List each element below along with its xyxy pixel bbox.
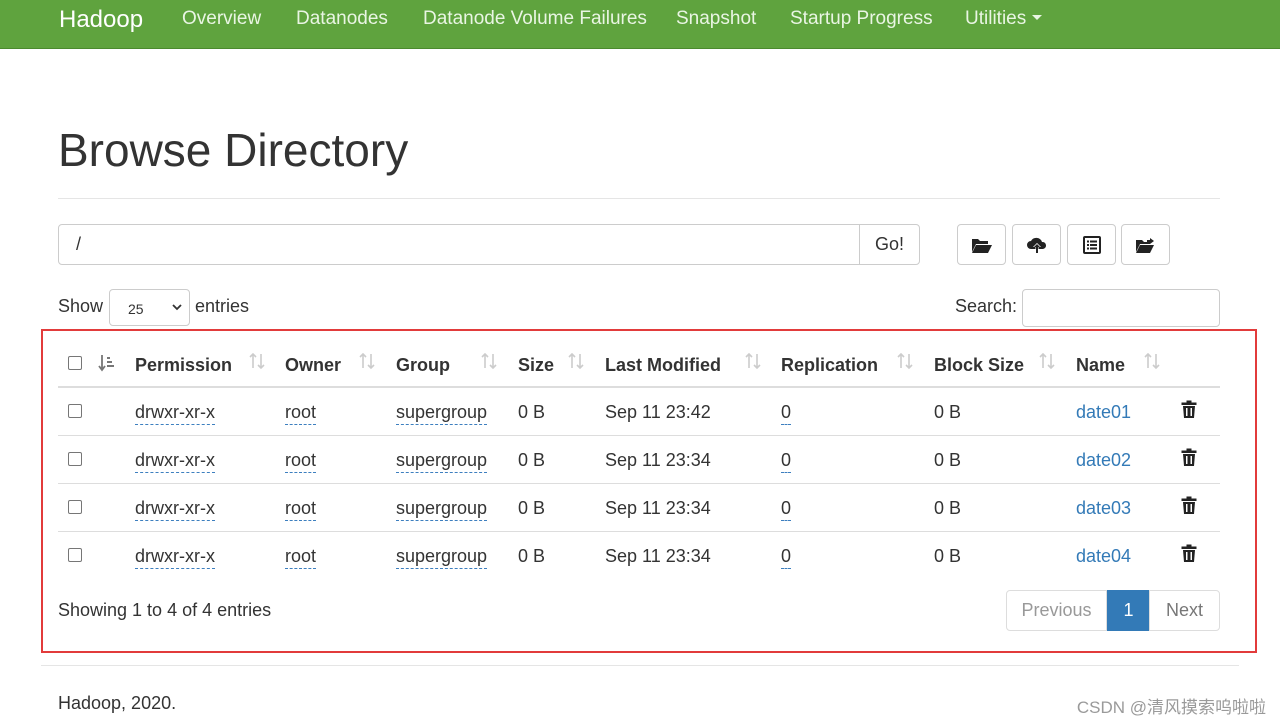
- row-name-link[interactable]: date03: [1076, 497, 1131, 519]
- column-header-name[interactable]: Name: [1076, 354, 1125, 376]
- row-name-link[interactable]: date04: [1076, 545, 1131, 567]
- row-divider: [58, 483, 1220, 484]
- sort-icon[interactable]: [359, 352, 375, 370]
- row-block-size: 0 B: [934, 498, 962, 518]
- row-divider: [58, 435, 1220, 436]
- show-label: Show: [58, 296, 104, 316]
- row-replication[interactable]: 0: [781, 497, 792, 521]
- sort-icon[interactable]: [745, 352, 761, 370]
- directory-path-input[interactable]: /: [58, 224, 860, 265]
- cut-paste-button[interactable]: [1067, 224, 1116, 265]
- row-last-modified: Sep 11 23:34: [605, 450, 711, 470]
- navbar: Hadoop Overview Datanodes Datanode Volum…: [0, 0, 1280, 49]
- cloud-upload-icon: [1026, 237, 1046, 253]
- watermark: CSDN @清风摸索呜啦啦: [1076, 698, 1266, 717]
- row-replication[interactable]: 0: [781, 545, 792, 569]
- row-last-modified: Sep 11 23:34: [605, 546, 711, 566]
- row-name-link[interactable]: date02: [1076, 449, 1131, 471]
- row-name-link[interactable]: date01: [1076, 401, 1131, 423]
- caret-down-icon: [1032, 15, 1043, 20]
- row-block-size: 0 B: [934, 546, 962, 566]
- row-checkbox[interactable]: [68, 500, 82, 514]
- sort-icon[interactable]: [897, 352, 913, 370]
- column-header-size[interactable]: Size: [518, 354, 554, 376]
- nav-datanode-volume-failures[interactable]: Datanode Volume Failures: [423, 8, 647, 30]
- row-checkbox[interactable]: [68, 404, 82, 418]
- entries-per-page-select[interactable]: 25: [109, 289, 190, 326]
- entries-label: entries: [195, 296, 250, 316]
- search-input[interactable]: [1022, 289, 1220, 327]
- row-block-size: 0 B: [934, 450, 962, 470]
- nav-overview[interactable]: Overview: [182, 8, 261, 30]
- table-info: Showing 1 to 4 of 4 entries: [58, 600, 272, 620]
- column-header-replication[interactable]: Replication: [781, 354, 878, 376]
- row-owner[interactable]: root: [285, 401, 317, 425]
- upload-button[interactable]: [1012, 224, 1061, 265]
- paste-button[interactable]: [1121, 224, 1170, 265]
- row-permission[interactable]: drwxr-xr-x: [135, 545, 215, 569]
- row-divider: [58, 531, 1220, 532]
- nav-startup-progress[interactable]: Startup Progress: [790, 8, 933, 30]
- select-all-checkbox[interactable]: [68, 356, 82, 370]
- row-size: 0 B: [518, 450, 546, 470]
- sort-icon[interactable]: [568, 352, 584, 370]
- row-owner[interactable]: root: [285, 545, 317, 569]
- create-directory-button[interactable]: [957, 224, 1006, 265]
- folder-share-icon: [1135, 237, 1154, 253]
- row-owner[interactable]: root: [285, 449, 317, 473]
- trash-icon[interactable]: [1181, 496, 1197, 515]
- title-divider: [58, 198, 1220, 199]
- row-size: 0 B: [518, 498, 546, 518]
- brand-link[interactable]: Hadoop: [59, 6, 143, 34]
- column-header-group[interactable]: Group: [396, 354, 450, 376]
- next-page-button[interactable]: Next: [1149, 590, 1220, 631]
- list-alt-icon: [1082, 235, 1101, 254]
- column-header-block-size[interactable]: Block Size: [934, 354, 1024, 376]
- footer-divider: [41, 665, 1239, 666]
- row-checkbox[interactable]: [68, 452, 82, 466]
- sort-icon[interactable]: [1039, 352, 1055, 370]
- sort-icon[interactable]: [1144, 352, 1160, 370]
- row-group[interactable]: supergroup: [396, 449, 488, 473]
- row-permission[interactable]: drwxr-xr-x: [135, 497, 215, 521]
- row-replication[interactable]: 0: [781, 401, 792, 425]
- entries-per-page-value: 25: [128, 301, 144, 317]
- previous-page-button[interactable]: Previous: [1006, 590, 1107, 631]
- sort-icon[interactable]: [481, 352, 497, 370]
- row-checkbox[interactable]: [68, 548, 82, 562]
- nav-snapshot[interactable]: Snapshot: [676, 8, 756, 30]
- trash-icon[interactable]: [1181, 400, 1197, 419]
- chevron-down-icon: [172, 304, 182, 311]
- row-block-size: 0 B: [934, 402, 962, 422]
- row-permission[interactable]: drwxr-xr-x: [135, 401, 215, 425]
- page-1-button[interactable]: 1: [1107, 590, 1150, 631]
- row-size: 0 B: [518, 546, 546, 566]
- sort-active-icon[interactable]: [97, 354, 117, 372]
- row-owner[interactable]: root: [285, 497, 317, 521]
- row-size: 0 B: [518, 402, 546, 422]
- row-replication[interactable]: 0: [781, 449, 792, 473]
- column-header-permission[interactable]: Permission: [135, 354, 232, 376]
- page-title: Browse Directory: [58, 124, 409, 176]
- go-button[interactable]: Go!: [859, 224, 920, 265]
- trash-icon[interactable]: [1181, 448, 1197, 467]
- row-permission[interactable]: drwxr-xr-x: [135, 449, 215, 473]
- row-group[interactable]: supergroup: [396, 401, 488, 425]
- folder-open-icon: [971, 238, 992, 253]
- footer-copyright: Hadoop, 2020.: [58, 693, 177, 713]
- sort-icon[interactable]: [249, 352, 265, 370]
- search-label: Search:: [955, 296, 1018, 316]
- trash-icon[interactable]: [1181, 544, 1197, 563]
- row-group[interactable]: supergroup: [396, 545, 488, 569]
- nav-utilities[interactable]: Utilities: [965, 8, 1043, 30]
- nav-datanodes[interactable]: Datanodes: [296, 8, 388, 30]
- row-last-modified: Sep 11 23:42: [605, 402, 711, 422]
- nav-utilities-label: Utilities: [965, 8, 1027, 29]
- column-header-owner[interactable]: Owner: [285, 354, 341, 376]
- header-divider: [58, 386, 1220, 388]
- row-last-modified: Sep 11 23:34: [605, 498, 711, 518]
- row-group[interactable]: supergroup: [396, 497, 488, 521]
- column-header-last-modified[interactable]: Last Modified: [605, 354, 721, 376]
